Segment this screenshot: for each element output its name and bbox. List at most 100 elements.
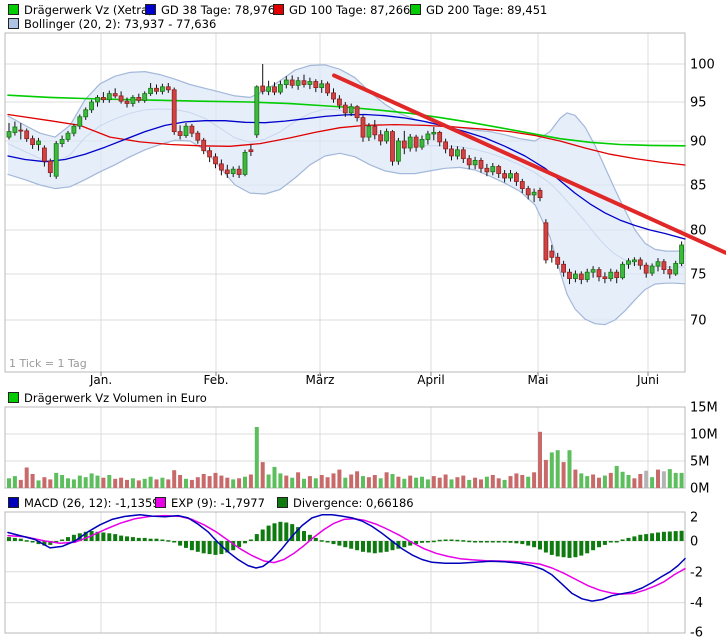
volume-bar (573, 470, 577, 488)
volume-bar (479, 479, 483, 488)
candle-up (385, 132, 389, 141)
volume-bar (237, 478, 241, 488)
volume-bar (603, 476, 607, 488)
candle-up (160, 87, 164, 92)
volume-bar (231, 479, 235, 488)
volume-bar (302, 479, 306, 488)
volume-bar (178, 475, 182, 488)
divergence-bar (267, 526, 271, 541)
divergence-bar (579, 541, 583, 556)
divergence-bar (432, 541, 436, 543)
volume-bar (225, 478, 229, 488)
exp-swatch-icon (155, 497, 166, 508)
volume-bar (349, 475, 353, 489)
candle-down (196, 133, 200, 140)
divergence-bar (196, 541, 200, 552)
candle-down (202, 140, 206, 151)
y-axis-label-volume: 10M (690, 428, 718, 443)
candle-down (314, 82, 318, 88)
divergence-bar (680, 531, 684, 541)
candle-down (603, 277, 607, 279)
candle-up (54, 144, 58, 177)
volume-bar (249, 475, 253, 489)
volume-bar (125, 480, 129, 488)
candle-down (373, 126, 377, 135)
divergence-bar (337, 541, 341, 546)
candle-down (668, 270, 672, 274)
divergence-bar (302, 531, 306, 541)
candle-down (550, 251, 554, 257)
tick-note: 1 Tick = 1 Tag (9, 357, 87, 370)
volume-bar (355, 471, 359, 488)
y-axis-label-macd: -6 (690, 626, 703, 640)
divergence-bar (255, 534, 259, 541)
volume-bar (255, 427, 259, 488)
candle-down (644, 265, 648, 273)
candle-up (573, 274, 577, 279)
divergence-bar (609, 541, 613, 543)
volume-bar (196, 477, 200, 488)
candle-down (503, 174, 507, 178)
volume-bar (267, 475, 271, 489)
divergence-bar (603, 541, 607, 545)
divergence-bar (143, 538, 147, 541)
volume-bar (550, 452, 554, 488)
divergence-bar (361, 541, 365, 552)
candle-up (585, 272, 589, 279)
volume-bar (662, 471, 666, 488)
candle-down (219, 164, 223, 170)
divergence-bar (615, 541, 619, 543)
divergence-bar (125, 536, 129, 541)
volume-bar (514, 473, 518, 488)
legend-item-main-2: GD 100 Tage: 87,266 (273, 3, 410, 16)
candle-down (113, 94, 117, 96)
divergence-bar (261, 530, 265, 542)
divergence-bar (367, 541, 371, 553)
candle-down (391, 132, 395, 162)
volume-bar (308, 476, 312, 488)
candle-down (101, 97, 105, 99)
divergence-bar (621, 540, 625, 542)
volume-bar (385, 472, 389, 488)
divergence-bar (184, 541, 188, 548)
candle-up (90, 102, 94, 110)
candle-down (556, 257, 560, 264)
chart-canvas[interactable]: 1009590858075701 Tick = 1 TagJan.Feb.Mär… (0, 0, 726, 640)
legend-label: Bollinger (20, 2): 73,937 - 77,636 (24, 17, 216, 31)
volume-bar (597, 478, 601, 488)
volume-bar (391, 474, 395, 488)
volume-bar (143, 479, 147, 488)
candle-up (621, 264, 625, 277)
divergence-bar (385, 541, 389, 552)
divergence-bar (326, 541, 330, 543)
divergence-bar (243, 541, 247, 543)
candle-up (278, 85, 282, 93)
volume-bar (113, 479, 117, 488)
volume-bar (656, 470, 660, 488)
candle-down (25, 131, 29, 139)
candle-up (243, 152, 247, 174)
legend-label: GD 200 Tage: 89,451 (426, 3, 547, 17)
volume-bar (202, 474, 206, 488)
volume-bar (585, 476, 589, 488)
candle-down (225, 170, 229, 174)
exp-line (8, 516, 685, 595)
volume-bar (680, 473, 684, 488)
candle-down (579, 274, 583, 280)
volume-bar (402, 479, 406, 488)
volume-bar (72, 479, 76, 488)
gd100-swatch-icon (273, 4, 284, 15)
candle-up (455, 150, 459, 156)
legend-item-macd-1: EXP (9): -1,7977 (155, 496, 265, 509)
divergence-bar (585, 541, 589, 553)
bollinger-swatch-icon (8, 18, 19, 29)
volume-bar (674, 473, 678, 488)
volume-bar (668, 469, 672, 488)
legend-item-macd-0: MACD (26, 12): -1,1359 (8, 496, 160, 509)
volume-bar (414, 478, 418, 488)
legend-label: GD 100 Tage: 87,266 (289, 3, 410, 17)
divergence-bar (497, 541, 501, 543)
divergence-bar (591, 541, 595, 550)
volume-bar (273, 467, 277, 488)
divergence-bar (450, 540, 454, 542)
